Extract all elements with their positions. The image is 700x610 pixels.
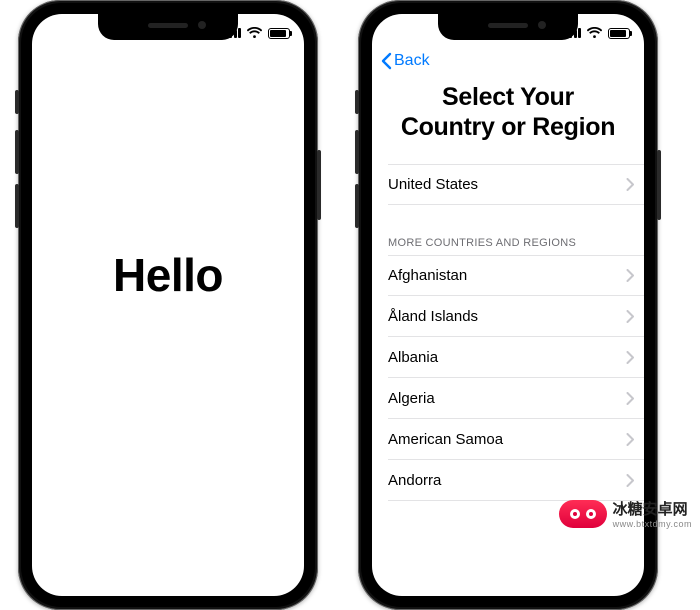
chevron-right-icon	[626, 433, 634, 446]
chevron-right-icon	[626, 392, 634, 405]
country-label: Albania	[388, 349, 438, 366]
watermark-text: 冰糖安卓网 www.btxtdmy.com	[613, 498, 692, 529]
row-country[interactable]: Andorra	[388, 460, 644, 501]
mute-switch	[15, 90, 19, 114]
nav-bar: Back	[372, 46, 644, 76]
watermark-logo-icon	[559, 500, 607, 528]
page-title: Select Your Country or Region	[372, 78, 644, 160]
row-country[interactable]: Algeria	[388, 378, 644, 419]
volume-down-button	[355, 184, 359, 228]
chevron-right-icon	[626, 178, 634, 191]
row-country[interactable]: Afghanistan	[388, 255, 644, 296]
notch	[98, 14, 238, 40]
watermark: 冰糖安卓网 www.btxtdmy.com	[559, 498, 692, 529]
power-button	[317, 150, 321, 220]
back-button[interactable]: Back	[380, 52, 430, 70]
phone-hello: Hello	[18, 0, 318, 610]
country-label: United States	[388, 176, 478, 193]
back-label: Back	[394, 52, 430, 70]
power-button	[657, 150, 661, 220]
country-label: Andorra	[388, 472, 441, 489]
battery-icon	[268, 28, 290, 39]
hello-text: Hello	[113, 248, 223, 302]
screen: Hello	[32, 14, 304, 596]
battery-icon	[608, 28, 630, 39]
wifi-icon	[247, 27, 262, 39]
section-header: MORE COUNTRIES AND REGIONS	[388, 237, 576, 249]
country-label: American Samoa	[388, 431, 503, 448]
row-country[interactable]: American Samoa	[388, 419, 644, 460]
country-list[interactable]: United States MORE COUNTRIES AND REGIONS…	[372, 164, 644, 596]
wifi-icon	[587, 27, 602, 39]
volume-down-button	[15, 184, 19, 228]
chevron-right-icon	[626, 351, 634, 364]
country-label: Afghanistan	[388, 267, 467, 284]
country-label: Åland Islands	[388, 308, 478, 325]
row-country[interactable]: Åland Islands	[388, 296, 644, 337]
chevron-right-icon	[626, 474, 634, 487]
row-primary-country[interactable]: United States	[388, 164, 644, 205]
volume-up-button	[15, 130, 19, 174]
mute-switch	[355, 90, 359, 114]
chevron-right-icon	[626, 310, 634, 323]
row-country[interactable]: Albania	[388, 337, 644, 378]
notch	[438, 14, 578, 40]
country-label: Algeria	[388, 390, 435, 407]
chevron-left-icon	[380, 52, 392, 70]
stage: Hello Back	[0, 0, 700, 535]
section-gap: MORE COUNTRIES AND REGIONS	[388, 205, 644, 255]
chevron-right-icon	[626, 269, 634, 282]
hello-screen[interactable]: Hello	[32, 14, 304, 596]
volume-up-button	[355, 130, 359, 174]
